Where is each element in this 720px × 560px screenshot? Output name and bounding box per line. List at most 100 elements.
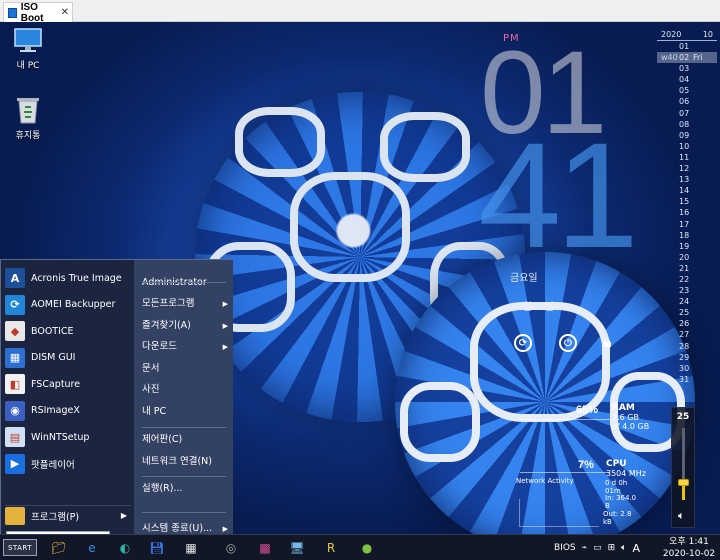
tab-favicon-icon bbox=[8, 7, 17, 18]
calendar-day: 28 bbox=[657, 341, 717, 352]
start-place-item[interactable]: 문서 bbox=[142, 359, 232, 379]
floppy-save-icon[interactable]: 💾︎ bbox=[146, 537, 168, 559]
calendar-day: 23 bbox=[657, 285, 717, 296]
seed-icon[interactable]: ● bbox=[356, 537, 378, 559]
start-place-item[interactable]: 사진 bbox=[142, 380, 232, 400]
calendar-day: 07 bbox=[657, 108, 717, 119]
start-menu-pinned: A Acronis True Image ⟳ AOMEI Backupper ◆ BOOT… bbox=[1, 260, 134, 534]
cd-drive-icon[interactable]: ◎ bbox=[220, 537, 242, 559]
network-monitor-icon[interactable]: 🖥︎ bbox=[286, 537, 308, 559]
tab-close-icon[interactable]: ✕ bbox=[61, 7, 69, 18]
tab-iso-boot[interactable]: ISO Boot ✕ bbox=[3, 2, 73, 24]
calendar-day-number: 31 bbox=[679, 374, 690, 384]
date-label: 10월02일 bbox=[510, 302, 554, 313]
uptime: 0 d 0h 01m bbox=[605, 479, 628, 495]
calendar-day: 08 bbox=[657, 119, 717, 130]
calendar-day-number: 26 bbox=[679, 319, 690, 329]
start-place-item[interactable]: 네트워크 연결(N) bbox=[142, 452, 232, 472]
color-picker-icon[interactable]: ▩ bbox=[254, 537, 276, 559]
desktop[interactable]: 내 PC 휴지통 PM 01 41 2020 10 01 02 w40 Fri 03 04… bbox=[0, 22, 720, 534]
start-pinned-item[interactable]: ▦ DISM GUI bbox=[5, 346, 131, 370]
start-place-item[interactable]: 실행(R)... bbox=[142, 479, 232, 499]
start-button[interactable]: START bbox=[3, 539, 37, 556]
resource-hacker-icon[interactable]: R bbox=[320, 537, 342, 559]
tray-bios-label[interactable]: BIOS bbox=[554, 543, 576, 553]
start-pinned-item[interactable]: ▶ 팟플레이어 bbox=[5, 452, 131, 476]
calendar-day-number: 22 bbox=[679, 274, 690, 284]
start-pinned-label: AOMEI Backupper bbox=[31, 299, 116, 310]
bootice-icon: ◆ bbox=[5, 321, 25, 341]
wallpaper-hex-ring bbox=[290, 172, 410, 282]
network-icon[interactable]: ⊞ bbox=[608, 543, 616, 553]
calendar-month: 10 bbox=[702, 30, 713, 39]
taskbar-time: 오후 1:41 bbox=[669, 537, 709, 547]
calendar-day: 02 w40 Fri bbox=[657, 52, 717, 64]
calendar-day-number: 28 bbox=[679, 341, 690, 351]
ram-used: 2.6 GB bbox=[612, 413, 639, 422]
edge-chromium-icon[interactable]: ◐ bbox=[114, 537, 136, 559]
start-pinned-label: DISM GUI bbox=[31, 352, 76, 363]
ram-percent: 65% bbox=[576, 404, 599, 416]
device-icon[interactable]: ▭ bbox=[593, 543, 602, 553]
qr-tool-icon[interactable]: ▦ bbox=[180, 537, 202, 559]
cpu-label: CPU bbox=[606, 459, 627, 469]
usb-icon[interactable]: ⌁ bbox=[582, 543, 587, 553]
desktop-icon-recycle-bin[interactable]: 휴지통 bbox=[3, 95, 53, 141]
start-pinned-label: BOOTICE bbox=[31, 325, 74, 337]
calendar-day-number: 24 bbox=[679, 297, 690, 307]
dism-icon: ▦ bbox=[5, 347, 25, 368]
speaker-icon[interactable]: 🔈︎ bbox=[678, 509, 685, 523]
start-pinned-label: 팟플레이어 bbox=[31, 459, 75, 471]
start-pinned-item[interactable]: ▤ WinNTSetup bbox=[5, 425, 131, 449]
volume-icon[interactable]: 🔈︎ bbox=[621, 543, 626, 553]
cpu-info: CPU 3504 MHz bbox=[606, 459, 646, 479]
volume-slider[interactable]: 25 🔈︎ bbox=[671, 407, 695, 528]
cpu-gauge-line bbox=[520, 472, 610, 473]
taskbar-clock[interactable]: 오후 1:41 2020-10-02 bbox=[660, 536, 718, 560]
calendar-day: 10 bbox=[657, 141, 717, 152]
edge-icon[interactable]: e bbox=[81, 537, 103, 559]
chevron-right-icon: ▶ bbox=[222, 300, 228, 308]
start-place-label: 네트워크 연결(N) bbox=[142, 456, 212, 467]
start-place-item[interactable]: 제어판(C) bbox=[142, 430, 232, 450]
start-pinned-item[interactable]: ⟳ AOMEI Backupper bbox=[5, 293, 131, 317]
calendar-day-number: 02 bbox=[679, 53, 690, 63]
lock-icon[interactable]: 🔒︎ bbox=[603, 332, 612, 352]
start-pinned-item[interactable]: ◧ FSCapture bbox=[5, 372, 131, 396]
calendar-day: 26 bbox=[657, 318, 717, 329]
programs-menu-item[interactable]: 프로그램(P) ▶ bbox=[5, 505, 131, 525]
calendar-day-number: 21 bbox=[679, 263, 690, 273]
cpu-percent: 7% bbox=[578, 459, 594, 471]
start-place-item[interactable]: 즐겨찾기(A) ▶ bbox=[142, 316, 232, 336]
calendar-header: 2020 10 bbox=[657, 30, 717, 41]
power-icon[interactable]: ⏻ bbox=[559, 334, 577, 352]
start-place-item[interactable]: 시스템 종료(U)... ▶ bbox=[142, 519, 232, 534]
taskbar: START 📁︎ e ◐ 💾︎ ▦ ◎ ▩ 🖥︎ R ● BIOS ⌁ ▭ ⊞ 🔈︎ A 오후 1… bbox=[0, 534, 720, 560]
start-place-item[interactable]: Administrator bbox=[142, 273, 232, 293]
clock-minute: 41 bbox=[478, 111, 639, 279]
calendar-day: 22 bbox=[657, 274, 717, 285]
ime-label[interactable]: A bbox=[633, 542, 641, 555]
start-pinned-item[interactable]: A Acronis True Image bbox=[5, 266, 131, 290]
desktop-icon-label: 내 PC bbox=[16, 61, 40, 71]
desktop-icon-my-pc[interactable]: 내 PC bbox=[3, 27, 53, 71]
start-pinned-item[interactable]: ◆ BOOTICE bbox=[5, 319, 131, 343]
calendar-day-number: 03 bbox=[679, 64, 690, 74]
start-place-item[interactable]: 내 PC bbox=[142, 402, 232, 422]
start-place-item[interactable]: 모든프로그램 ▶ bbox=[142, 294, 232, 314]
wallpaper-hex-ring bbox=[380, 112, 470, 182]
calendar-day-number: 27 bbox=[679, 330, 690, 340]
volume-thumb[interactable] bbox=[678, 479, 689, 486]
file-explorer-icon[interactable]: 📁︎ bbox=[48, 537, 70, 559]
start-place-item[interactable]: 다운로드 ▶ bbox=[142, 337, 232, 357]
calendar-day: 16 bbox=[657, 207, 717, 218]
start-place-label: 내 PC bbox=[142, 406, 167, 417]
calendar-day-number: 14 bbox=[679, 186, 690, 196]
computer-icon bbox=[14, 28, 42, 52]
calendar-day: 11 bbox=[657, 152, 717, 163]
refresh-icon[interactable]: ⟳ bbox=[514, 334, 532, 352]
start-pinned-item[interactable]: ◉ RSImageX bbox=[5, 399, 131, 423]
start-menu-separator bbox=[142, 476, 226, 477]
system-tray: BIOS ⌁ ▭ ⊞ 🔈︎ A bbox=[554, 538, 640, 558]
calendar-day: 01 bbox=[657, 41, 717, 52]
